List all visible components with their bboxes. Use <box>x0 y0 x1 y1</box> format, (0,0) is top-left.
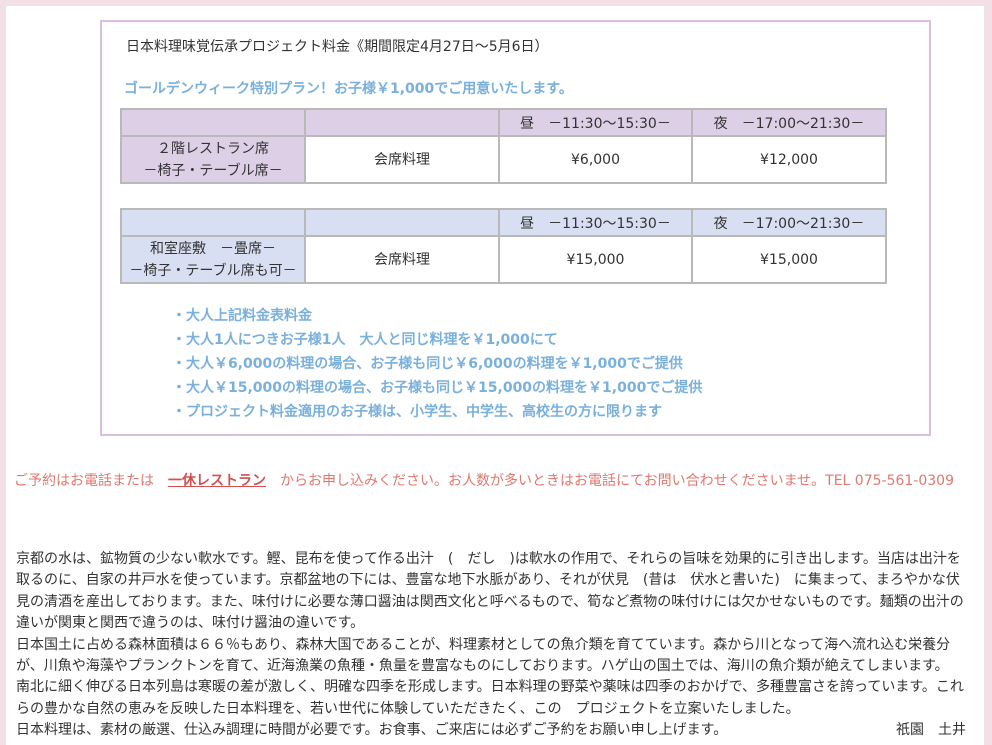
seat-type-cell: ２階レストラン席 －椅子・テーブル席－ <box>120 135 306 184</box>
description-line: 京都の水は、鉱物質の少ない軟水です。鰹、昆布を使って作る出汁 ( だし )は軟水… <box>16 551 961 567</box>
description-line: 取るのに、自家の井戸水を使っています。京都盆地の下には、豊富な地下水脈があり、そ… <box>16 572 960 589</box>
course-cell: 会席料理 <box>304 235 500 284</box>
description-line: 見の清酒を産出しております。また、味付けに必要な薄口醤油は関西文化と呼べるもので… <box>16 593 964 610</box>
description-last-line: 日本料理は、素材の厳選、仕込み調理に時間が必要です。お食事、ご来店には必ずご予約… <box>16 720 966 741</box>
seat-type-cell: 和室座敷 －畳席－ －椅子・テーブル席も可－ <box>120 235 306 284</box>
reservation-text-after: からお申し込みください。お人数が多いときはお電話にてお問い合わせくださいませ。T… <box>266 473 954 489</box>
description-line: 南北に細く伸びる日本列島は寒暖の差が激しく、明確な四季を形成します。日本料理の野… <box>16 679 964 696</box>
price-table-restaurant: 昼 －11:30～15:30－ 夜 －17:00～21:30－ ２階レストラン席… <box>120 108 887 184</box>
description-line: 日本国土に占める森林面積は６６％もあり、森林大国であることが、料理素材としての魚… <box>16 636 951 653</box>
ikyu-restaurant-link[interactable]: 一休レストラン <box>168 473 266 489</box>
reservation-notice: ご予約はお電話または 一休レストラン からお申し込みください。お人数が多いときは… <box>14 470 954 490</box>
plan-notes: ・大人上記料金表料金 ・大人1人につきお子様1人 大人と同じ料理を￥1,000に… <box>172 304 702 424</box>
table-row: 和室座敷 －畳席－ －椅子・テーブル席も可－ 会席料理 ¥15,000 ¥15,… <box>120 235 887 284</box>
course-cell: 会席料理 <box>304 135 500 184</box>
table-header-row: 昼 －11:30～15:30－ 夜 －17:00～21:30－ <box>120 108 887 137</box>
dinner-header: 夜 －17:00～21:30－ <box>691 208 887 237</box>
header-cell-empty <box>120 108 306 137</box>
lunch-price: ¥6,000 <box>498 135 693 184</box>
last-line-text: 日本料理は、素材の厳選、仕込み調理に時間が必要です。お食事、ご来店には必ずご予約… <box>16 722 728 739</box>
seat-type-line2: －椅子・テーブル席－ <box>143 162 283 179</box>
box-subtitle: ゴールデンウィーク特別プラン！お子様￥1,000でご用意いたします。 <box>124 81 573 97</box>
dinner-price: ¥15,000 <box>691 235 887 284</box>
description-line: らの豊かな自然の恵みを反映した日本料理を、若い世代に体験していただきたく、この … <box>16 700 800 717</box>
note-item: ・プロジェクト料金適用のお子様は、小学生、中学生、高校生の方に限ります <box>172 404 662 420</box>
page: 日本料理味覚伝承プロジェクト料金《期間限定4月27日～5月6日） ゴールデンウィ… <box>6 6 984 745</box>
lunch-header: 昼 －11:30～15:30－ <box>498 208 693 237</box>
seat-type-line1: ２階レストラン席 <box>157 140 269 157</box>
header-cell-empty <box>120 208 306 237</box>
description-line: が、川魚や海藻やプランクトンを育て、近海漁業の魚種・魚量を豊富なものにしておりま… <box>16 658 949 675</box>
note-item: ・大人1人につきお子様1人 大人と同じ料理を￥1,000にて <box>172 332 558 348</box>
header-cell-empty <box>304 208 500 237</box>
description-line: 違いが関東と関西で違うのは、味付け醤油の違いです。 <box>16 615 365 632</box>
box-title: 日本料理味覚伝承プロジェクト料金《期間限定4月27日～5月6日） <box>126 39 549 55</box>
table-row: ２階レストラン席 －椅子・テーブル席－ 会席料理 ¥6,000 ¥12,000 <box>120 135 887 184</box>
dinner-price: ¥12,000 <box>691 135 887 184</box>
lunch-header: 昼 －11:30～15:30－ <box>498 108 693 137</box>
dinner-header: 夜 －17:00～21:30－ <box>691 108 887 137</box>
signature: 祇園 土井 <box>896 722 966 739</box>
note-item: ・大人￥6,000の料理の場合、お子様も同じ￥6,000の料理を￥1,000でご… <box>172 356 683 372</box>
note-item: ・大人上記料金表料金 <box>172 308 312 324</box>
table-header-row: 昼 －11:30～15:30－ 夜 －17:00～21:30－ <box>120 208 887 237</box>
seat-type-line2: －椅子・テーブル席も可－ <box>129 262 297 279</box>
seat-type-line1: 和室座敷 －畳席－ <box>150 240 276 257</box>
lunch-price: ¥15,000 <box>498 235 693 284</box>
header-cell-empty <box>304 108 500 137</box>
description-text: 京都の水は、鉱物質の少ない軟水です。鰹、昆布を使って作る出汁 ( だし )は軟水… <box>16 549 966 742</box>
price-table-tatami: 昼 －11:30～15:30－ 夜 －17:00～21:30－ 和室座敷 －畳席… <box>120 208 887 284</box>
note-item: ・大人￥15,000の料理の場合、お子様も同じ￥15,000の料理を￥1,000… <box>172 380 703 396</box>
reservation-text-before: ご予約はお電話または <box>14 473 168 489</box>
price-box: 日本料理味覚伝承プロジェクト料金《期間限定4月27日～5月6日） ゴールデンウィ… <box>100 20 931 436</box>
